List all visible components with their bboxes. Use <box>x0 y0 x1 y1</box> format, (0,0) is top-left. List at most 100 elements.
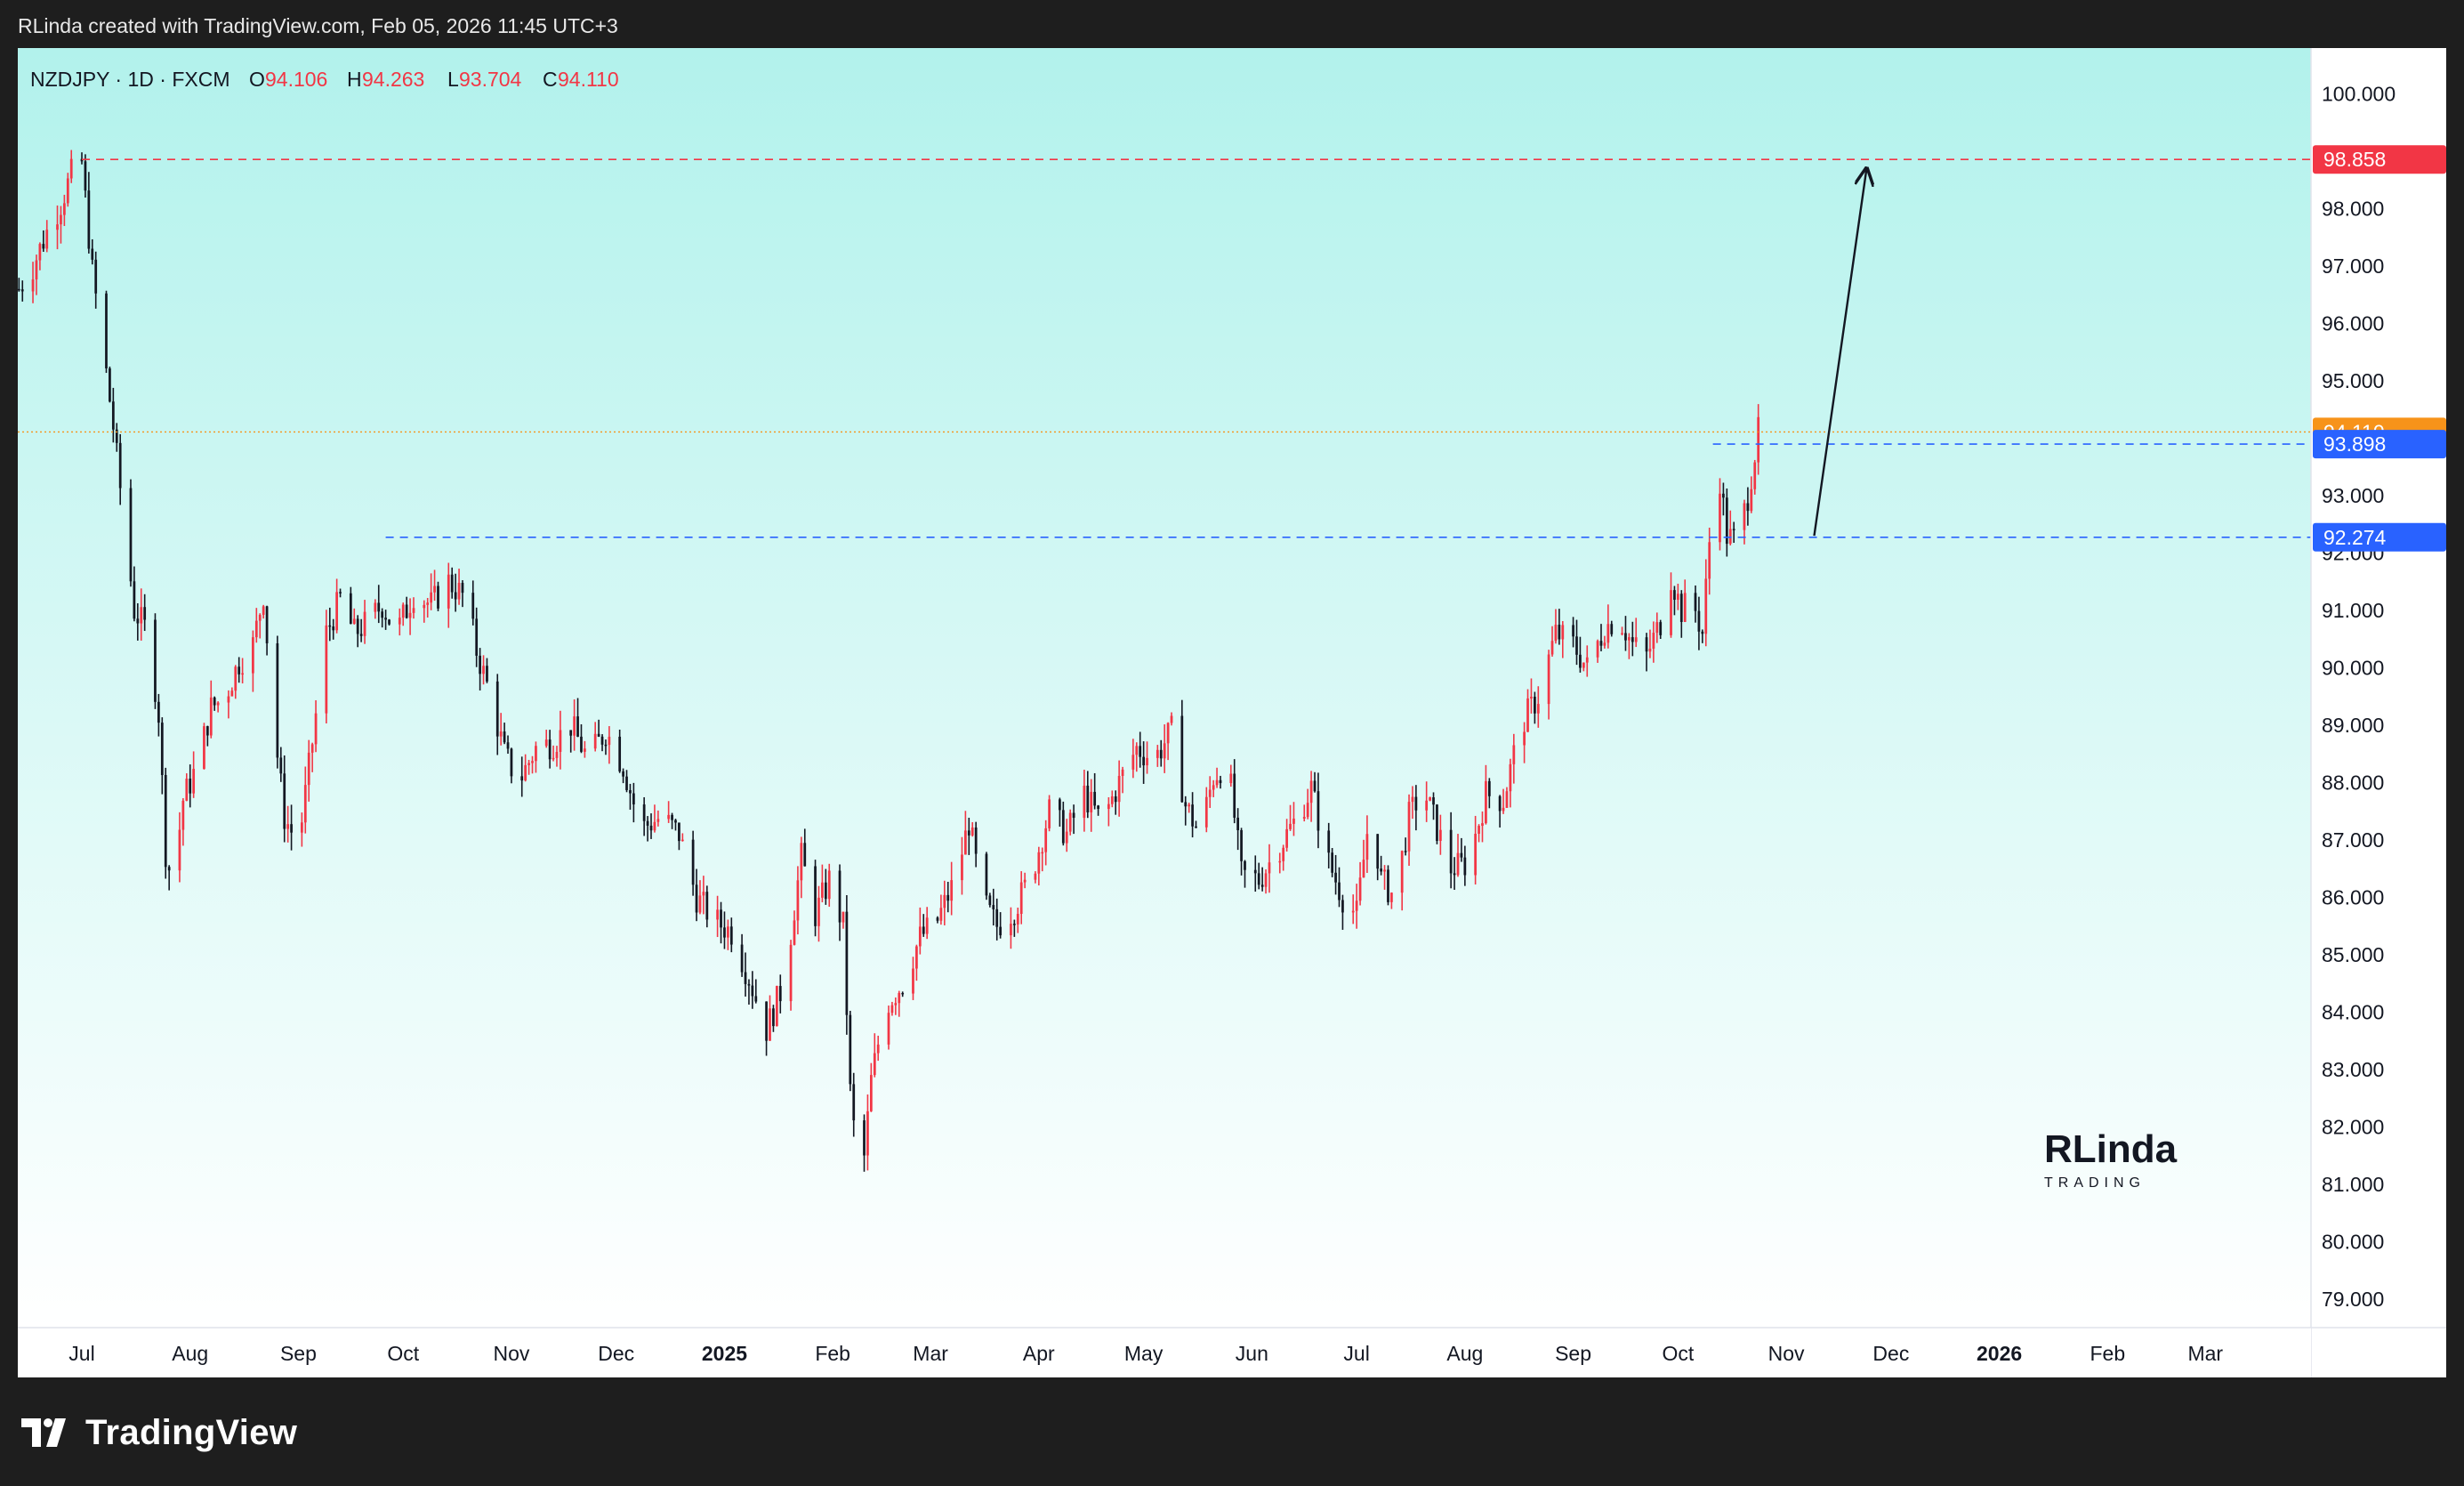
price-tag-92.274[interactable]: 92.274 <box>2313 522 2446 552</box>
candle-body <box>1579 654 1582 668</box>
candle-body <box>216 702 220 706</box>
candle-body <box>961 854 963 881</box>
chart-frame[interactable]: 100.000 98.000 97.000 96.000 95.000 93.000 92.… <box>18 48 2446 1377</box>
candle-body <box>1219 779 1222 784</box>
watermark-sub: TRADING <box>2044 1175 2146 1191</box>
candle-body <box>698 895 702 913</box>
candle-body <box>1090 791 1093 813</box>
candle-body <box>433 586 436 593</box>
candle-body <box>1631 637 1634 642</box>
candle-body <box>503 731 506 743</box>
candle-body <box>1114 795 1117 803</box>
candle-body <box>276 642 279 758</box>
candle-body <box>671 814 673 820</box>
candle-body <box>1317 791 1320 831</box>
candle-body <box>922 926 925 934</box>
candle-body <box>1628 637 1631 641</box>
x-tick-label: Dec <box>598 1342 634 1365</box>
candle-body <box>499 731 503 737</box>
candle-body <box>765 1001 768 1041</box>
candle-body <box>988 895 992 906</box>
candle-body <box>1652 633 1655 649</box>
candle-body <box>181 800 185 830</box>
candle-body <box>1135 746 1139 755</box>
candle-body <box>535 746 537 762</box>
candle-body <box>1679 594 1683 622</box>
candle-body <box>680 839 684 842</box>
candle-body <box>450 574 454 593</box>
candle-body <box>702 892 705 896</box>
candle-body <box>890 1005 894 1014</box>
x-tick-label: Oct <box>387 1342 419 1365</box>
candle-body <box>1697 610 1701 632</box>
candle-body <box>912 968 914 994</box>
candle-body <box>576 716 579 737</box>
candle-body <box>164 774 167 868</box>
candle-body <box>60 214 62 225</box>
candle-body <box>936 917 939 921</box>
candle-body <box>555 751 559 758</box>
x-tick-label: May <box>1124 1342 1164 1365</box>
candle-body <box>482 666 485 674</box>
legend-close-label: C <box>543 68 558 91</box>
candle-body <box>56 224 59 230</box>
candle-body <box>279 757 283 774</box>
candle-body <box>388 619 391 625</box>
candle-body <box>1313 780 1317 792</box>
candle-body <box>869 1075 873 1111</box>
candle-body <box>136 618 140 624</box>
tradingview-wordmark: TradingView <box>85 1412 298 1452</box>
candle-body <box>1481 823 1484 827</box>
price-tag-label: 93.898 <box>2323 432 2386 456</box>
candle-body <box>1610 624 1614 634</box>
price-tag-98.858[interactable]: 98.858 <box>2313 145 2446 174</box>
candle-body <box>744 972 747 984</box>
candle-body <box>544 739 548 747</box>
candle-body <box>1676 594 1679 601</box>
candle <box>1436 804 1438 844</box>
candle-body <box>642 804 646 821</box>
candle-body <box>426 602 430 605</box>
candle-body <box>894 1003 898 1005</box>
candle-body <box>167 867 171 871</box>
candle-body <box>1722 493 1725 498</box>
candle-body <box>234 666 238 691</box>
price-tag-93.898[interactable]: 93.898 <box>2313 430 2446 459</box>
candle-body <box>720 909 722 928</box>
y-tick-label: 80.000 <box>2322 1230 2384 1253</box>
x-tick-label: 2025 <box>702 1342 747 1365</box>
legend-close-value: 94.110 <box>558 68 619 91</box>
candle-body <box>1523 731 1526 746</box>
candle-body <box>185 779 189 801</box>
candle <box>849 1010 852 1092</box>
candle-body <box>1603 642 1606 646</box>
price-chart[interactable]: 100.000 98.000 97.000 96.000 95.000 93.000 92.… <box>18 48 2446 1377</box>
candle-body <box>42 244 45 249</box>
candle-body <box>775 986 778 1027</box>
candle-body <box>970 827 974 836</box>
candle-body <box>1474 834 1478 876</box>
tradingview-logo[interactable]: TradingView <box>21 1410 297 1455</box>
candle-body <box>300 822 303 833</box>
x-tick-label: Oct <box>1662 1342 1694 1365</box>
time-axis[interactable] <box>18 1328 2311 1377</box>
candle-body <box>1704 578 1708 634</box>
candle-body <box>751 985 754 997</box>
candle-body <box>1302 817 1306 819</box>
candle-body <box>140 607 143 624</box>
candle-body <box>1655 622 1659 634</box>
candle-body <box>821 882 824 898</box>
candle-body <box>1292 818 1295 824</box>
candle-body <box>1708 542 1711 579</box>
candle-body <box>339 592 342 594</box>
candle-body <box>1757 416 1760 463</box>
candle-body <box>1362 860 1365 878</box>
candle-body <box>1351 910 1355 913</box>
candle-body <box>241 673 244 675</box>
candle-body <box>629 789 632 794</box>
candle-body <box>999 926 1003 936</box>
candle-body <box>495 681 499 737</box>
candle-body <box>94 259 98 294</box>
candle-body <box>841 911 845 923</box>
candle-body <box>1170 715 1173 723</box>
